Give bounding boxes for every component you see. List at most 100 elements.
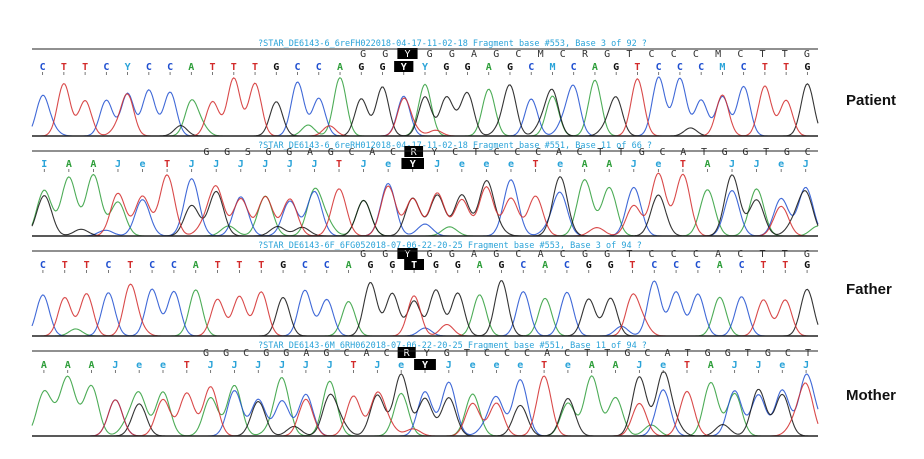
reference-base: T — [685, 348, 691, 359]
called-base: J — [213, 159, 219, 170]
called-base: T — [533, 159, 539, 170]
reference-base: A — [369, 147, 375, 158]
reference-base: G — [725, 348, 731, 359]
reference-base: T — [604, 348, 610, 359]
reference-base: M — [538, 49, 544, 60]
reference-base: T — [618, 147, 624, 158]
called-base: I — [41, 159, 47, 170]
called-base: C — [302, 260, 308, 271]
called-base: A — [337, 62, 343, 73]
called-base: G — [280, 260, 286, 271]
called-base: A — [90, 159, 96, 170]
reference-base: C — [243, 348, 249, 359]
sequencing-panels: ?STAR_DE6143-6_6reFH022018-04-17-11-02-1… — [31, 39, 819, 437]
trace-line-C — [31, 76, 818, 137]
called-base: A — [89, 360, 95, 371]
called-base: Y — [401, 62, 407, 73]
called-base: T — [680, 159, 686, 170]
reference-base: A — [303, 348, 309, 359]
reference-base: T — [760, 49, 766, 60]
called-base: T — [82, 62, 88, 73]
called-base: M — [719, 62, 725, 73]
called-base: e — [660, 360, 666, 371]
called-base: C — [741, 62, 747, 73]
reference-base: G — [203, 348, 209, 359]
called-base: J — [231, 360, 237, 371]
called-base: A — [41, 360, 47, 371]
called-base: J — [303, 360, 309, 371]
trace-line-G — [32, 83, 819, 137]
patient-label: Patient — [846, 92, 897, 109]
called-base: C — [698, 62, 704, 73]
called-base: T — [541, 360, 547, 371]
trace-line-A — [31, 173, 819, 237]
called-base: A — [477, 260, 483, 271]
reference-base: A — [680, 147, 686, 158]
reference-base: C — [693, 49, 699, 60]
called-base: e — [398, 360, 404, 371]
reference-base: G — [639, 147, 645, 158]
trace-line-C — [31, 280, 818, 337]
called-base: T — [336, 159, 342, 170]
called-base: G — [443, 62, 449, 73]
called-base: G — [507, 62, 513, 73]
called-base: C — [171, 260, 177, 271]
called-base: A — [717, 260, 723, 271]
chromatogram-panel: ?STAR_DE6143-6_6reFH022018-04-17-11-02-1… — [31, 39, 819, 137]
called-base: e — [483, 159, 489, 170]
reference-base: G — [444, 348, 450, 359]
called-base: J — [446, 360, 452, 371]
called-base: J — [803, 360, 809, 371]
reference-base: T — [701, 147, 707, 158]
reference-base: G — [449, 49, 455, 60]
reference-base: G — [263, 348, 269, 359]
called-base: T — [783, 62, 789, 73]
reference-base: M — [715, 49, 721, 60]
called-base: A — [66, 159, 72, 170]
called-base: T — [84, 260, 90, 271]
called-base: G — [379, 62, 385, 73]
chromatogram-panel: ?STAR_DE6143-6_6reRH012018-04-17-11-02-1… — [31, 141, 819, 237]
reference-base: G — [223, 348, 229, 359]
reference-base: T — [805, 348, 811, 359]
reference-base: C — [644, 348, 650, 359]
called-base: C — [103, 62, 109, 73]
reference-base: C — [649, 49, 655, 60]
called-base: G — [613, 62, 619, 73]
reference-base: T — [473, 147, 479, 158]
trace-line-A — [32, 76, 818, 137]
mother-label: Mother — [846, 387, 896, 404]
reference-base: C — [524, 348, 530, 359]
called-base: J — [279, 360, 285, 371]
called-base: Y — [125, 62, 131, 73]
reference-base: Y — [424, 348, 430, 359]
called-base: e — [779, 360, 785, 371]
reference-base: G — [722, 147, 728, 158]
reference-base: G — [493, 49, 499, 60]
called-base: C — [146, 62, 152, 73]
reference-base: T — [464, 348, 470, 359]
called-base: J — [287, 159, 293, 170]
reference-base: A — [544, 348, 550, 359]
reference-base: C — [515, 49, 521, 60]
called-base: J — [327, 360, 333, 371]
called-base: C — [316, 62, 322, 73]
reference-base: G — [224, 147, 230, 158]
called-base: J — [115, 159, 121, 170]
chromatogram-panel: ?STAR_DE6143-6F_6FG052018-07-06-22-20-25… — [31, 241, 819, 337]
called-base: C — [677, 62, 683, 73]
called-base: J — [374, 360, 380, 371]
chromatogram-panel: ?STAR_DE6143-6M_6RH062018-07-06-22-20-25… — [31, 341, 819, 437]
reference-base: G — [286, 147, 292, 158]
reference-base: A — [364, 348, 370, 359]
trace-line-T — [32, 77, 818, 137]
called-base: A — [188, 62, 194, 73]
reference-base: C — [348, 147, 354, 158]
called-base: G — [804, 62, 810, 73]
called-base: e — [459, 159, 465, 170]
reference-base: R — [582, 49, 589, 60]
called-base: e — [493, 360, 499, 371]
reference-base: C — [659, 147, 665, 158]
trace-line-G — [32, 371, 818, 437]
called-base: A — [346, 260, 352, 271]
